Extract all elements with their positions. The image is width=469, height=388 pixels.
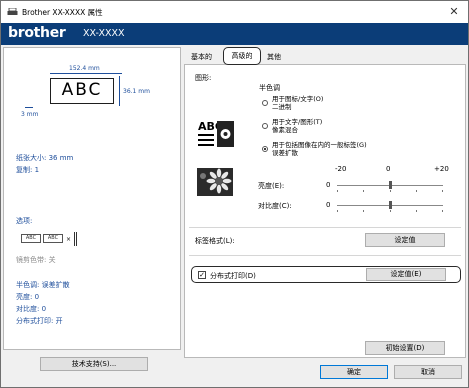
distributed-print-checkbox[interactable]: ✓: [198, 271, 206, 279]
brightness-tick: [442, 190, 443, 192]
printer-icon: [7, 8, 18, 15]
distributed-print-label[interactable]: 分布式打印(D): [210, 271, 256, 281]
label-height-dimension: 36.1 mm: [123, 88, 150, 95]
contrast-value: 0: [326, 201, 331, 209]
options-mini-preview: ABC ABC ×: [21, 232, 93, 246]
label-format-label: 标签格式(L):: [195, 237, 235, 245]
section-divider: [189, 227, 461, 228]
tab-advanced[interactable]: 高级的: [223, 47, 261, 65]
option-dither[interactable]: 用于文字/图形(T) 像素混合: [272, 118, 322, 134]
tab-container: 基本的 其他 图形: ABC 半色调 用于图标/文字(O) 二进制 用于文字/图…: [184, 47, 468, 359]
contrast-tick: [442, 210, 443, 212]
option-binary[interactable]: 用于图标/文字(O) 二进制: [272, 95, 323, 111]
sunflower-image: [197, 168, 233, 196]
contrast-tick: [416, 210, 417, 212]
radio-binary[interactable]: [262, 100, 268, 106]
label-preview: 152.4 mm ABC 36.1 mm 3 mm: [4, 48, 180, 128]
distributed-print-info: 分布式打印: 开: [16, 317, 63, 325]
cut-line-info: 镜剪色带: 关: [16, 256, 56, 264]
copies-info: 复制: 1: [16, 166, 40, 174]
mini-label-cell: ABC: [21, 234, 41, 243]
tab-basic[interactable]: 基本的: [188, 51, 215, 64]
support-button[interactable]: 技术支持(S)...: [40, 357, 148, 371]
mini-label-cell: ABC: [43, 234, 63, 243]
label-preview-text: ABC: [61, 80, 103, 100]
label-format-settings-button[interactable]: 设定值: [365, 233, 445, 247]
label-width-dimension: 152.4 mm: [69, 65, 100, 72]
contrast-label: 对比度(C):: [258, 202, 292, 210]
contrast-tick: [337, 210, 338, 212]
label-preview-box: ABC: [50, 78, 114, 104]
contrast-slider-thumb[interactable]: [389, 201, 392, 209]
title-bar: Brother XX-XXXX 属性 ✕: [1, 1, 468, 23]
distributed-print-row: ✓ 分布式打印(D) 设定值(E): [191, 266, 461, 283]
radio-error-diffusion[interactable]: [262, 146, 268, 152]
height-arrow: [119, 76, 120, 106]
brightness-label: 亮度(E):: [258, 182, 285, 190]
close-button[interactable]: ✕: [446, 4, 462, 20]
window-title: Brother XX-XXXX 属性: [22, 8, 103, 17]
brother-logo: brother: [8, 25, 66, 41]
settings-summary-panel: 152.4 mm ABC 36.1 mm 3 mm 纸张大小: 36 mm 复制…: [3, 47, 181, 371]
distributed-print-settings-button[interactable]: 设定值(E): [366, 268, 446, 281]
contrast-info: 对比度: 0: [16, 305, 47, 313]
restore-defaults-button[interactable]: 初始设置(D): [365, 341, 445, 355]
tape-end-icon: [74, 232, 77, 246]
brightness-tick: [363, 190, 364, 192]
scale-max-label: +20: [434, 165, 449, 173]
option-dither-subtitle: 像素混合: [272, 125, 298, 134]
option-error-diffusion[interactable]: 用于包括图像在内的一般标签(G) 误差扩散: [272, 141, 367, 157]
brightness-tick: [390, 190, 391, 192]
margin-arrow: [25, 107, 33, 108]
text-graphics-icon: ABC: [198, 120, 234, 147]
brand-banner: brother XX-XXXX: [1, 23, 468, 45]
halftone-heading: 半色调: [259, 84, 280, 92]
option-error-diffusion-subtitle: 误差扩散: [272, 148, 298, 157]
scale-min-label: -20: [335, 165, 347, 173]
option-binary-subtitle: 二进制: [272, 102, 292, 111]
advanced-tab-panel: 图形: ABC 半色调 用于图标/文字(O) 二进制 用于文字/图形(T) 像素…: [184, 64, 466, 358]
printer-properties-window: Brother XX-XXXX 属性 ✕ brother XX-XXXX 152…: [0, 0, 469, 388]
tab-other[interactable]: 其他: [264, 51, 284, 64]
width-arrow: [50, 73, 122, 74]
brightness-slider-thumb[interactable]: [389, 181, 392, 189]
model-name: XX-XXXX: [83, 28, 125, 39]
brightness-tick: [416, 190, 417, 192]
tape-size-info: 纸张大小: 36 mm: [16, 154, 74, 162]
options-heading: 选项:: [16, 217, 33, 225]
radio-dither[interactable]: [262, 123, 268, 129]
brightness-info: 亮度: 0: [16, 293, 40, 301]
cancel-button[interactable]: 取消: [394, 365, 462, 379]
section-divider: [189, 255, 461, 256]
halftone-info: 半色调: 误差扩散: [16, 281, 70, 289]
contrast-tick: [363, 210, 364, 212]
ok-button[interactable]: 确定: [320, 365, 388, 379]
margin-dimension: 3 mm: [21, 111, 39, 118]
brightness-value: 0: [326, 181, 331, 189]
scale-mid-label: 0: [386, 165, 391, 173]
contrast-tick: [390, 210, 391, 212]
graphics-heading: 图形:: [195, 74, 212, 82]
cut-mark-icon: ×: [66, 236, 72, 243]
brightness-tick: [337, 190, 338, 192]
